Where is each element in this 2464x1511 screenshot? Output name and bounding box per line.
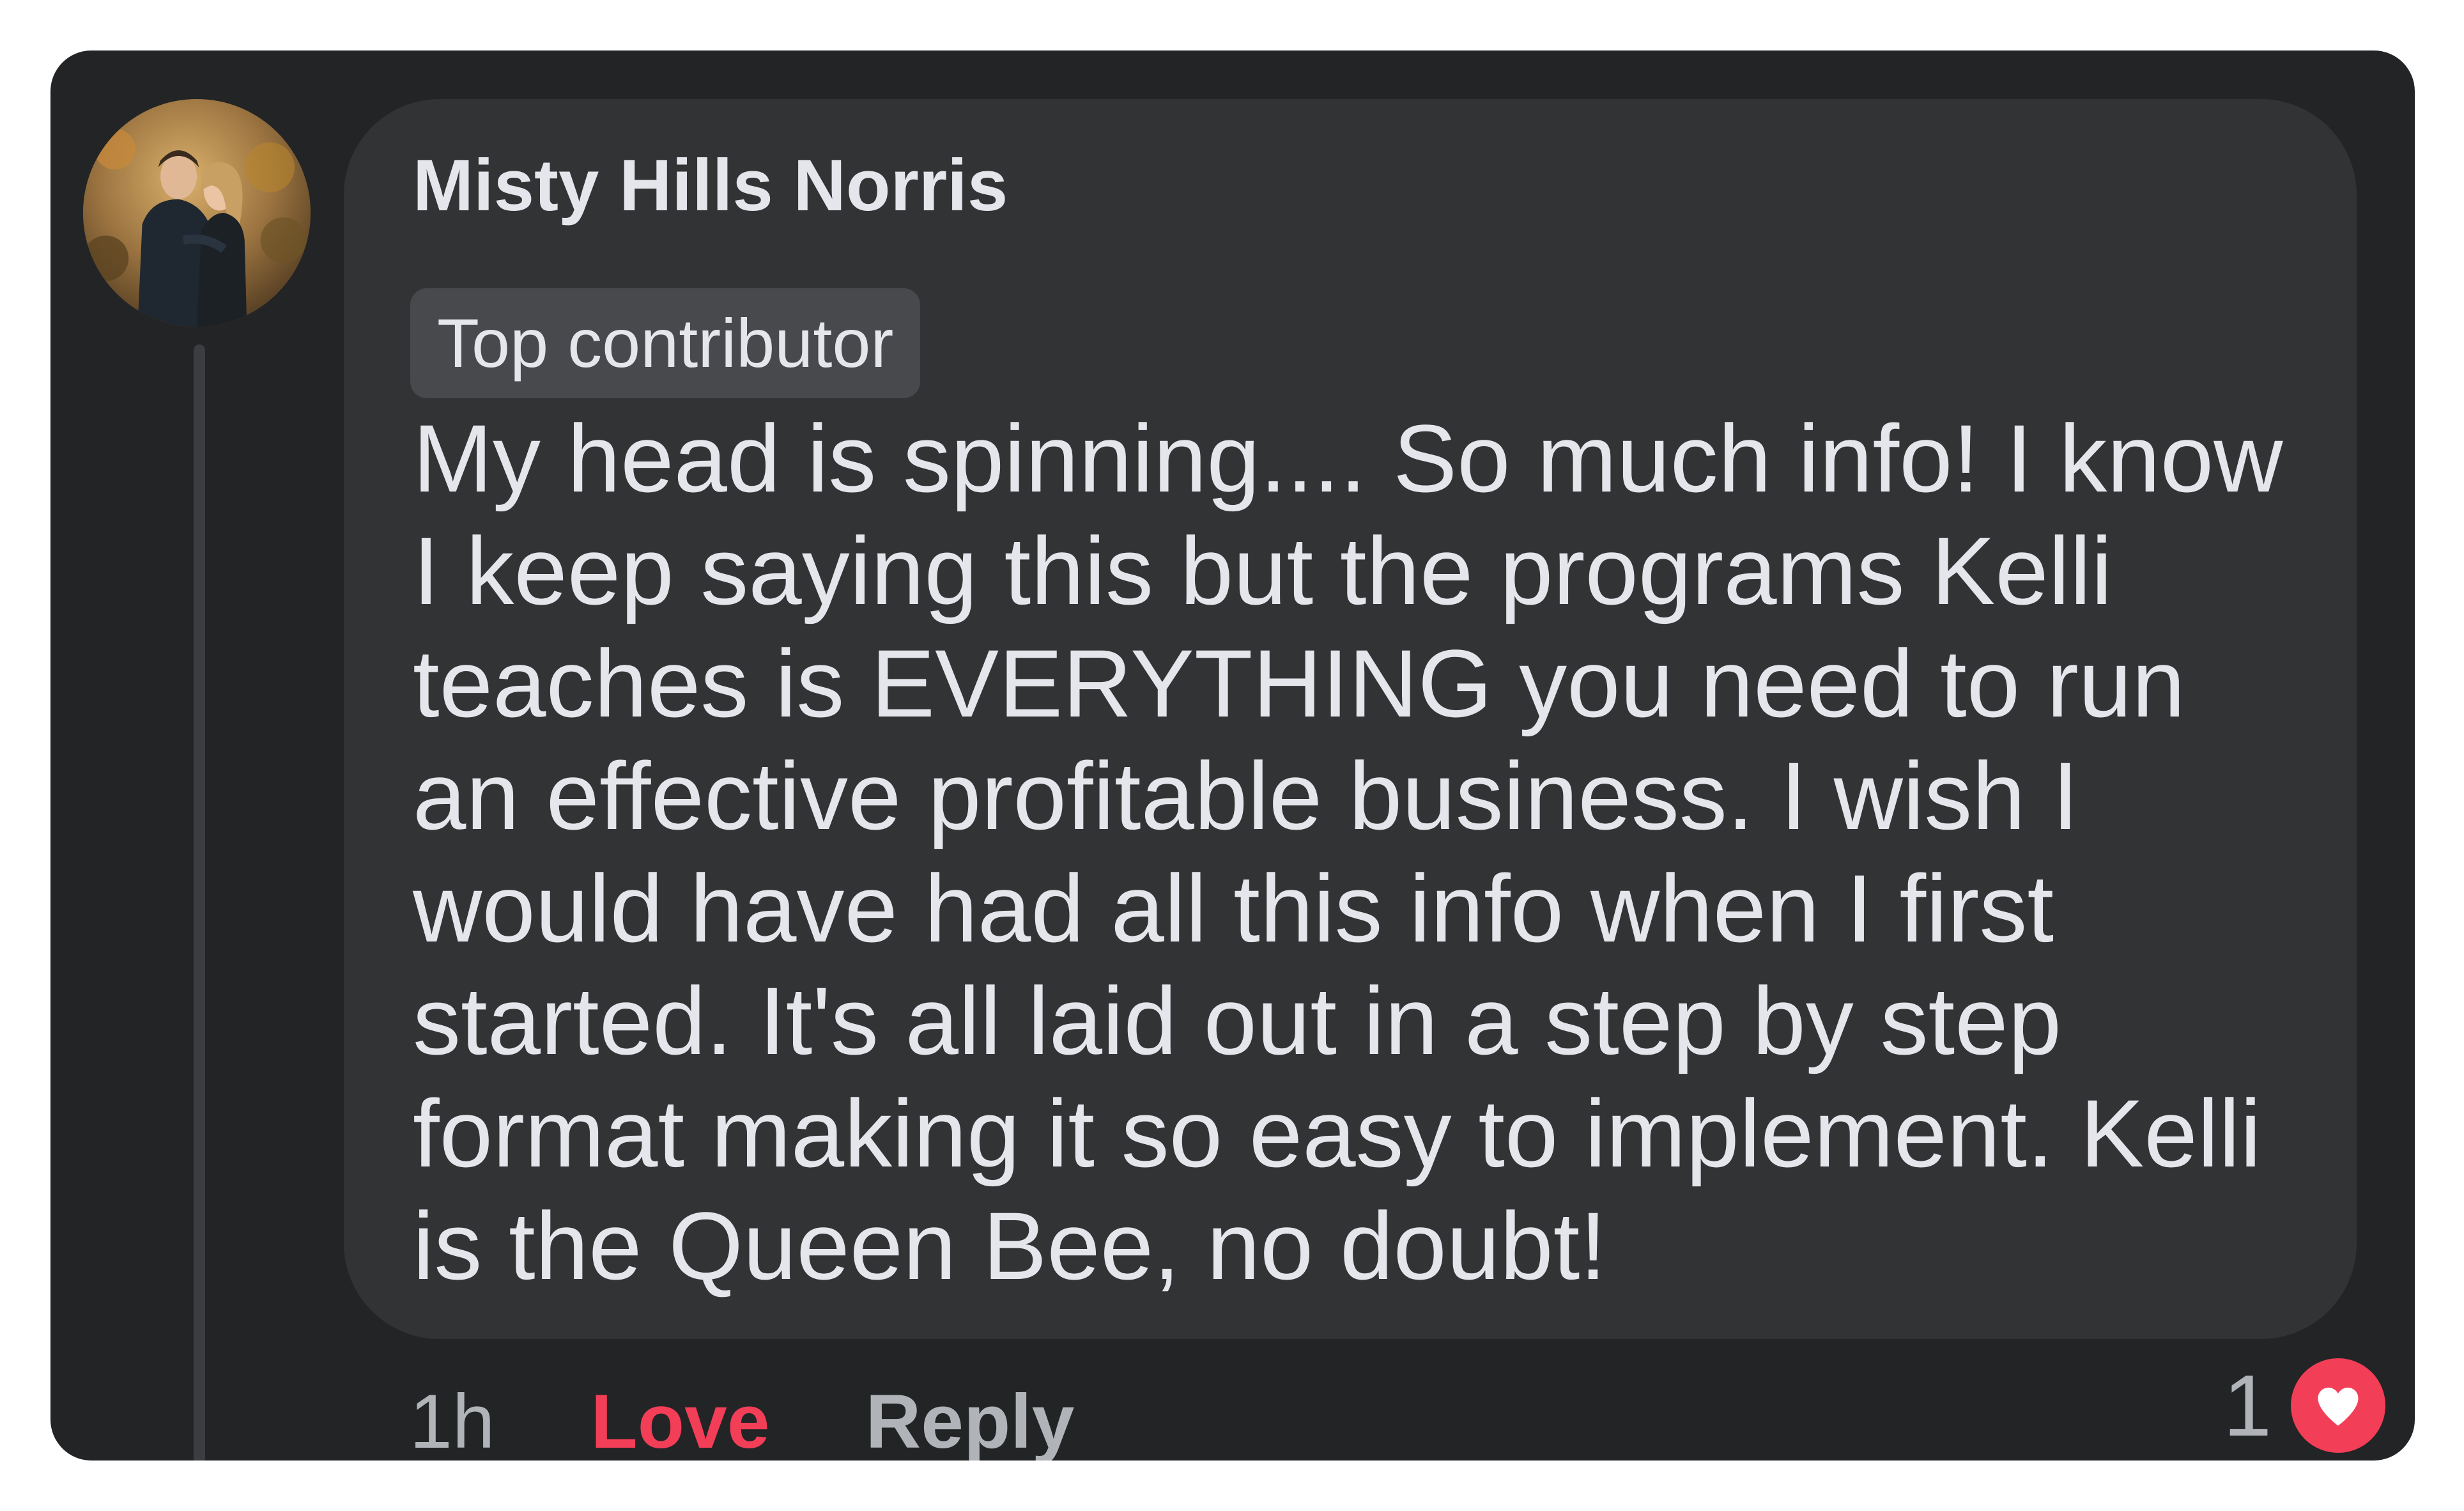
thread-line (194, 345, 205, 1461)
love-button[interactable]: Love (590, 1377, 769, 1461)
comment-card: Misty Hills Norris Top contributor My he… (50, 50, 2415, 1461)
top-contributor-badge: Top contributor (410, 288, 921, 398)
comment-text: My head is spinning.... So much info! I … (413, 405, 2283, 1299)
comment-bubble: Misty Hills Norris Top contributor My he… (344, 99, 2357, 1339)
heart-icon (2286, 1353, 2391, 1458)
comment-actions: 1h Love Reply (410, 1358, 1074, 1461)
comment-timestamp[interactable]: 1h (410, 1377, 495, 1461)
reaction-summary[interactable]: 1 (2223, 1342, 2391, 1461)
avatar-photo (83, 99, 311, 327)
avatar[interactable] (83, 99, 311, 327)
author-name[interactable]: Misty Hills Norris (413, 143, 1008, 230)
reaction-count: 1 (2223, 1357, 2272, 1454)
reply-button[interactable]: Reply (866, 1377, 1075, 1461)
